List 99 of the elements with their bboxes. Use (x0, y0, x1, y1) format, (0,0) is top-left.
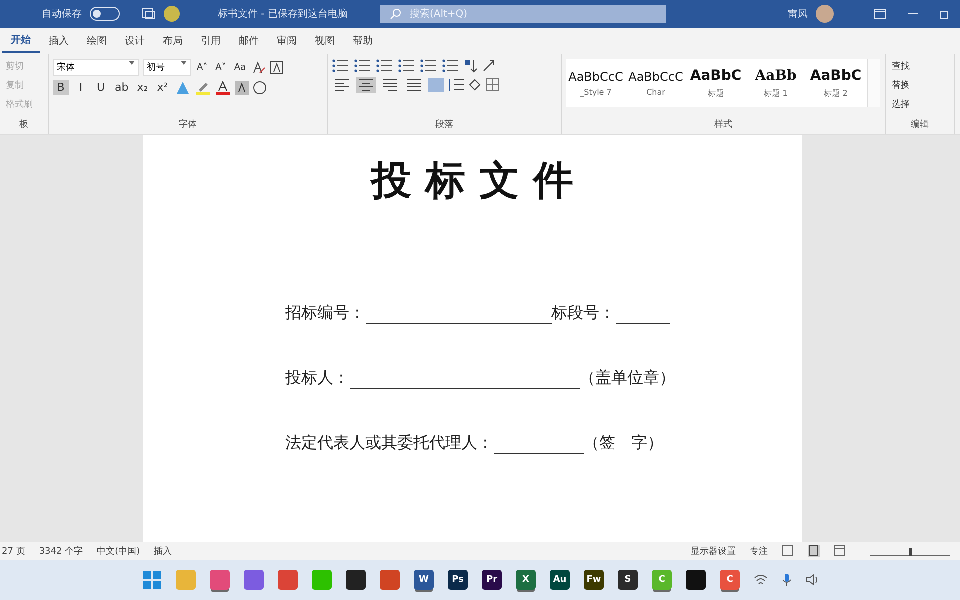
format-button[interactable]: x₂ (134, 80, 151, 95)
sort-icon[interactable] (464, 59, 478, 73)
minimize-icon[interactable] (908, 13, 918, 15)
ribbon-tab[interactable]: 审阅 (268, 30, 306, 52)
form-label: 标段号： (552, 303, 616, 324)
taskbar-app-icon[interactable]: Fw (584, 570, 604, 590)
fill-icon[interactable] (468, 78, 482, 92)
text-effect-icon[interactable] (174, 80, 191, 94)
ribbon-tab[interactable]: 设计 (116, 30, 154, 52)
save-icon[interactable] (142, 8, 156, 20)
taskbar-app-icon[interactable] (346, 570, 366, 590)
group-label: 段落 (434, 118, 454, 132)
editing-button[interactable]: 选择 (890, 97, 950, 112)
style-item[interactable]: AaBbC 标题 (686, 59, 746, 107)
style-item[interactable]: AaBbCcC Char (626, 59, 686, 107)
list-icon[interactable] (398, 59, 416, 73)
font-size-button[interactable]: A˅ (214, 62, 228, 74)
font-color-icon[interactable] (214, 80, 231, 94)
focus-button[interactable]: 专注 (750, 544, 768, 558)
ribbon-tab[interactable]: 布局 (154, 30, 192, 52)
read-mode-icon[interactable] (782, 545, 794, 557)
taskbar-app-icon[interactable]: X (516, 570, 536, 590)
print-layout-icon[interactable] (808, 545, 820, 557)
group-label: 样式 (714, 118, 734, 132)
paragraph-mark-icon[interactable] (482, 59, 496, 73)
list-icon[interactable] (376, 59, 394, 73)
restore-icon[interactable] (940, 9, 950, 19)
form-label: （盖单位章） (580, 368, 676, 389)
start-icon[interactable] (142, 570, 162, 590)
ribbon-tab[interactable]: 邮件 (230, 30, 268, 52)
caret-icon (181, 61, 187, 65)
borders-icon[interactable] (486, 78, 500, 92)
align-button[interactable] (404, 77, 424, 93)
style-item[interactable]: AaBbC 标题 2 (806, 59, 866, 107)
form-label: 投标人： (286, 368, 350, 389)
editing-button[interactable]: 查找 (890, 59, 950, 74)
enclosed-char-icon[interactable] (252, 80, 267, 94)
cursor-highlight (164, 6, 180, 22)
language-indicator[interactable]: 中文(中国) (97, 544, 140, 558)
form-label: 招标编号： (286, 303, 366, 324)
taskbar-app-icon[interactable]: Ps (448, 570, 468, 590)
align-button[interactable] (332, 77, 352, 93)
caret-icon (129, 61, 135, 65)
web-layout-icon[interactable] (834, 545, 846, 557)
list-icon[interactable] (420, 59, 438, 73)
avatar[interactable] (816, 5, 834, 23)
search-field[interactable]: 搜索(Alt+Q) (380, 5, 666, 23)
format-button[interactable]: ab (113, 80, 131, 95)
word-count[interactable]: 3342 个字 (39, 544, 84, 558)
taskbar-app-icon[interactable]: C (720, 570, 740, 590)
display-settings-button[interactable]: 显示器设置 (691, 544, 736, 558)
ribbon-display-icon[interactable] (874, 9, 886, 19)
zoom-slider-thumb[interactable] (908, 548, 912, 556)
format-button[interactable]: x² (154, 80, 171, 95)
taskbar-app-icon[interactable] (686, 570, 706, 590)
format-button[interactable]: B (53, 80, 69, 95)
line-spacing-icon[interactable] (448, 78, 464, 92)
form-label: （签 字） (584, 433, 664, 454)
group-label: 板 (18, 118, 30, 132)
taskbar-app-icon[interactable]: Pr (482, 570, 502, 590)
font-size-button[interactable]: A˄ (195, 62, 210, 74)
speaker-icon[interactable] (806, 574, 820, 586)
format-button[interactable]: I (73, 80, 89, 95)
autosave-toggle[interactable] (90, 7, 120, 21)
boxed-letter-icon[interactable] (270, 60, 284, 74)
document-title-text: 投 标 文 件 (372, 157, 574, 206)
group-label: 字体 (178, 118, 198, 132)
editing-button[interactable]: 替换 (890, 78, 950, 93)
gallery-scrollbar[interactable] (867, 59, 880, 107)
shading-icon[interactable] (234, 80, 249, 94)
taskbar-app-icon[interactable]: S (618, 570, 638, 590)
style-item[interactable]: AaBbCcC _Style 7 (566, 59, 626, 107)
align-button[interactable] (356, 77, 376, 93)
list-icon[interactable] (442, 59, 460, 73)
user-name[interactable]: 雷凤 (788, 7, 808, 21)
network-icon[interactable] (754, 574, 768, 586)
font-name-dropdown[interactable]: 宋体 (53, 59, 139, 76)
page-count[interactable]: 27 页 (2, 544, 26, 558)
ribbon-tab[interactable]: 引用 (192, 30, 230, 52)
ribbon-tab[interactable]: 绘图 (78, 30, 116, 52)
taskbar-app-icon[interactable]: W (414, 570, 434, 590)
font-size-dropdown[interactable]: 初号 (143, 59, 191, 76)
font-size-button[interactable]: Aa (232, 62, 248, 74)
autosave-label: 自动保存 (42, 8, 82, 21)
list-icon[interactable] (332, 59, 350, 73)
group-label: 编辑 (910, 118, 930, 132)
document-title[interactable]: 标书文件 - 已保存到这台电脑 (218, 7, 348, 21)
taskbar-app-icon[interactable]: Au (550, 570, 570, 590)
format-button[interactable]: U (93, 80, 109, 95)
ribbon-tab[interactable]: 视图 (306, 30, 344, 52)
align-button[interactable] (380, 77, 400, 93)
list-icon[interactable] (354, 59, 372, 73)
clear-format-icon[interactable] (252, 60, 266, 74)
ribbon-tab[interactable]: 插入 (40, 30, 78, 52)
style-item[interactable]: AaBb 标题 1 (746, 59, 806, 107)
ribbon-tab[interactable]: 帮助 (344, 30, 382, 52)
form-label: 法定代表人或其委托代理人： (286, 433, 494, 454)
insert-mode[interactable]: 插入 (154, 544, 172, 558)
microphone-icon[interactable] (782, 573, 792, 587)
